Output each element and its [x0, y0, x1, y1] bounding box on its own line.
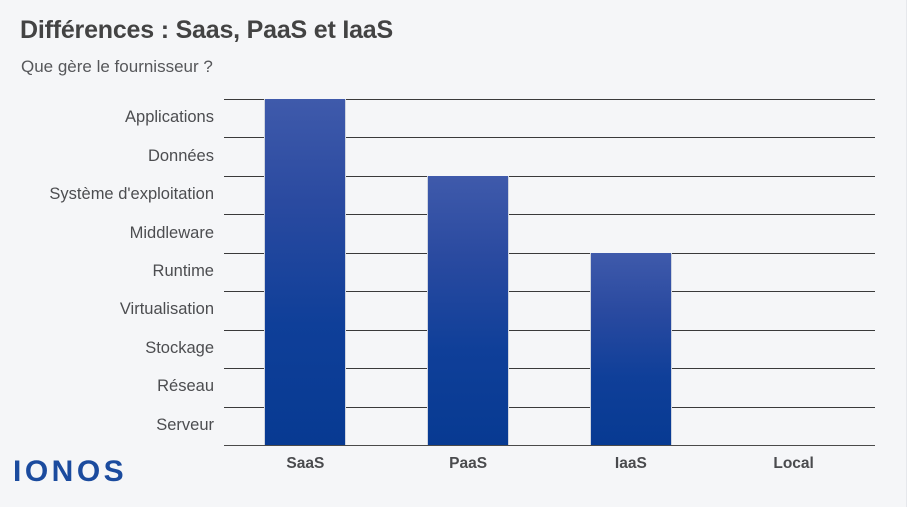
plot-area	[224, 99, 875, 446]
y-axis-tick-label: Applications	[125, 108, 214, 127]
y-axis-tick-label: Données	[147, 146, 214, 165]
y-axis-labels: Applications Données Système d'exploitatio…	[0, 99, 214, 445]
chart-page: Différences : Saas, PaaS et IaaS Que gèr…	[0, 0, 907, 507]
ionos-logo: IONOS	[13, 455, 128, 488]
y-axis-tick-label: Virtualisation	[119, 300, 214, 319]
bar-saas	[264, 99, 347, 445]
page-title: Différences : Saas, PaaS et IaaS	[20, 16, 393, 44]
x-axis-tick-label: SaaS	[286, 455, 325, 472]
chart-subtitle: Que gère le fournisseur ?	[21, 57, 213, 76]
bar-iaas	[589, 252, 672, 445]
y-axis-tick-label: Système d'exploitation	[49, 185, 214, 204]
y-axis-tick-label: Middleware	[129, 223, 214, 242]
gridline	[224, 445, 875, 446]
x-axis-labels: SaaS PaaS IaaS Local	[224, 455, 875, 481]
x-axis-tick-label: PaaS	[449, 455, 488, 472]
x-axis-tick-label: Local	[773, 455, 814, 472]
y-axis-tick-label: Serveur	[156, 415, 214, 434]
x-axis-tick-label: IaaS	[614, 455, 647, 472]
y-axis-tick-label: Stockage	[145, 338, 214, 357]
bar-paas	[427, 175, 510, 445]
y-axis-tick-label: Runtime	[152, 262, 214, 280]
y-axis-tick-label: Réseau	[157, 377, 214, 396]
